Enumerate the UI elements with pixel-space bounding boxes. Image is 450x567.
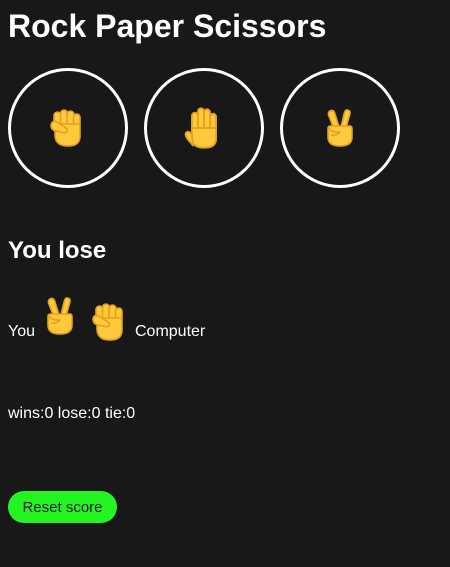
computer-label: Computer — [135, 323, 206, 340]
rock-button[interactable] — [8, 68, 128, 188]
you-label: You — [8, 323, 35, 340]
choice-buttons — [8, 68, 400, 188]
reset-score-button[interactable]: Reset score — [8, 491, 117, 523]
player-choice — [40, 290, 80, 347]
match-display: You Computer — [8, 290, 205, 347]
raised-hand-icon — [184, 107, 217, 149]
scissors-button[interactable] — [280, 68, 400, 188]
raised-fist-icon — [50, 109, 81, 147]
page-title: Rock Paper Scissors — [8, 8, 327, 44]
score-text: wins:0 lose:0 tie:0 — [8, 405, 136, 422]
paper-button[interactable] — [144, 68, 264, 188]
victory-hand-icon — [47, 297, 73, 335]
raised-fist-icon — [92, 303, 123, 341]
result-text: You lose — [8, 237, 107, 264]
victory-hand-icon — [327, 109, 353, 147]
computer-choice — [90, 302, 130, 347]
